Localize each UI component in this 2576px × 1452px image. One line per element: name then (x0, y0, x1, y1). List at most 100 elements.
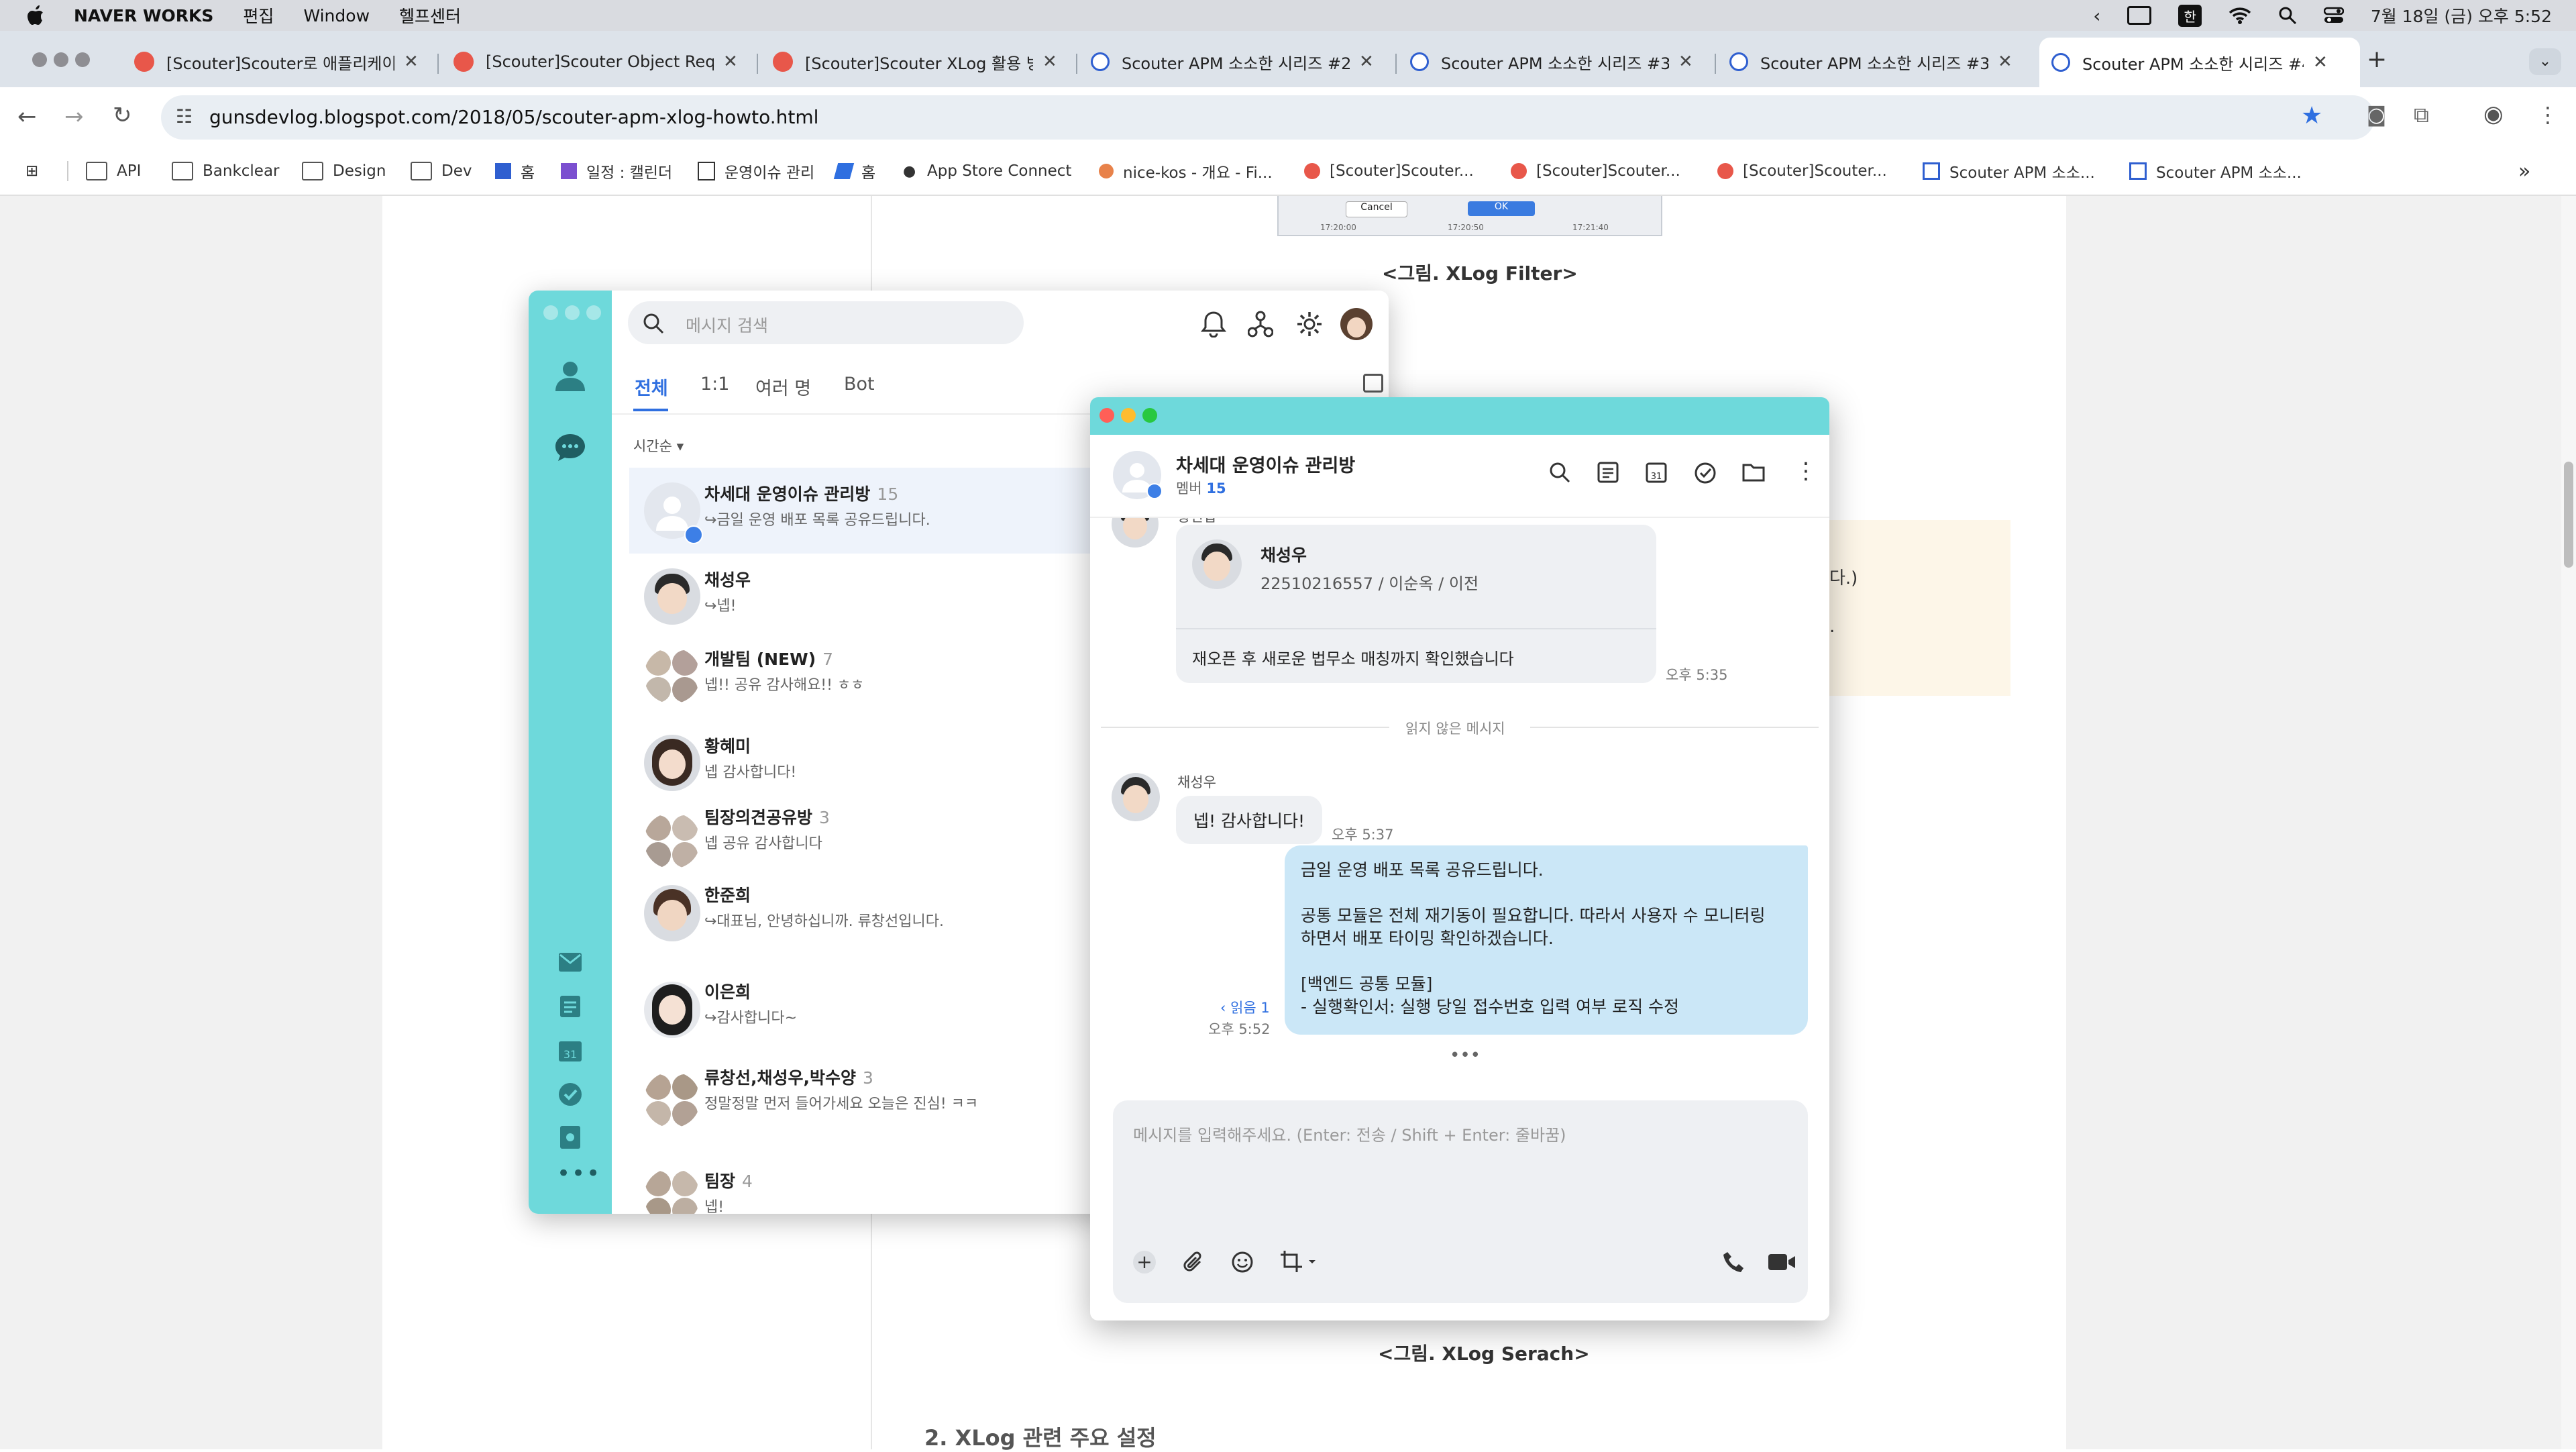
menu-edit[interactable]: 편집 (243, 3, 274, 28)
minimize-dot[interactable] (565, 305, 580, 320)
organization-icon[interactable] (1248, 311, 1273, 338)
search-icon[interactable] (1549, 462, 1570, 483)
emoji-icon[interactable] (1231, 1251, 1254, 1274)
add-button[interactable]: + (1133, 1251, 1156, 1274)
zoom-dot[interactable] (1142, 408, 1157, 423)
camera-icon[interactable]: ◙ (2367, 103, 2386, 127)
list-item-room[interactable]: 황혜미 넵 감사합니다! (629, 720, 1085, 800)
attachment-clip-icon[interactable] (1183, 1251, 1205, 1274)
close-tab-icon[interactable]: ✕ (1359, 52, 1374, 72)
close-tab-icon[interactable]: ✕ (1678, 52, 1693, 72)
reload-button[interactable]: ↻ (113, 102, 132, 129)
browser-tab[interactable]: [Scouter]Scouter로 애플리케이션 ✕ (134, 43, 423, 81)
list-item-room[interactable]: 팀장 4 넵! (629, 1160, 1085, 1214)
menu-kebab-icon[interactable]: ⋮ (2537, 102, 2559, 127)
menu-help[interactable]: 헬프센터 (399, 3, 461, 28)
back-button[interactable]: ← (17, 103, 37, 130)
spotlight-search-icon[interactable] (2278, 6, 2297, 25)
extensions-icon[interactable]: ⧉ (2414, 102, 2429, 128)
message-composer[interactable]: 메시지를 입력해주세요. (Enter: 전송 / Shift + Enter:… (1113, 1100, 1808, 1303)
close-dot[interactable] (543, 305, 558, 320)
control-center-icon[interactable] (2323, 7, 2344, 24)
scrollbar-thumb[interactable] (2564, 462, 2573, 568)
forward-button[interactable]: → (64, 103, 84, 130)
tab-bot[interactable]: Bot (844, 374, 875, 395)
bookmark-link[interactable]: 일정 : 캘린더 (561, 148, 672, 195)
list-item-room[interactable]: 채성우 ↪넵! (629, 554, 1085, 634)
tab-group[interactable]: 여러 명 (755, 374, 811, 400)
wifi-icon[interactable] (2229, 7, 2251, 24)
browser-tab[interactable]: Scouter APM 소소한 시리즈 #3 ✕ (1410, 43, 1705, 81)
board-icon[interactable] (559, 995, 581, 1018)
close-tab-icon[interactable]: ✕ (404, 52, 419, 72)
profile-card-message[interactable]: 채성우 22510216557 / 이순옥 / 이전 재오픈 후 새로운 법무소… (1176, 525, 1656, 683)
bookmark-link[interactable]: ● App Store Connect (903, 148, 1071, 195)
chevron-left-icon[interactable]: ‹ (2093, 5, 2100, 27)
close-tab-icon[interactable]: ✕ (1042, 52, 1057, 72)
close-dot[interactable] (1099, 408, 1114, 423)
message-input[interactable]: 메시지를 입력해주세요. (Enter: 전송 / Shift + Enter:… (1133, 1122, 1566, 1145)
list-item-room-selected[interactable]: 차세대 운영이슈 관리방 15 ↪금일 운영 배포 목록 공유드립니다. (629, 468, 1099, 554)
bookmark-link[interactable]: 홈 (833, 148, 875, 195)
browser-tab[interactable]: [Scouter]Scouter XLog 활용 방법 ✕ (773, 43, 1061, 81)
list-item-room[interactable]: 한준희 ↪대표님, 안녕하십니까. 류창선입니다. (629, 885, 1085, 966)
menu-window[interactable]: Window (303, 6, 370, 25)
panel-toggle-icon[interactable] (1363, 374, 1383, 393)
my-profile-avatar[interactable] (1340, 308, 1373, 340)
zoom-dot[interactable] (75, 52, 90, 67)
minimize-dot[interactable] (54, 52, 68, 67)
my-message-bubble[interactable]: 금일 운영 배포 목록 공유드립니다. 공통 모듈은 전체 재기동이 필요합니다… (1285, 845, 1808, 1035)
user-avatar[interactable] (1112, 773, 1160, 821)
bookmark-link[interactable]: 홈 (495, 148, 535, 195)
site-info-icon[interactable]: ☷ (176, 105, 193, 127)
contacts-icon[interactable] (553, 358, 588, 393)
url-text[interactable]: gunsdevlog.blogspot.com/2018/05/scouter-… (209, 106, 818, 128)
page-scrollbar[interactable] (2561, 196, 2576, 1449)
bookmark-folder[interactable]: Dev (411, 148, 472, 195)
apple-icon[interactable] (27, 5, 44, 25)
browser-tab[interactable]: Scouter APM 소소한 시리즈 #3 ✕ (1729, 43, 2025, 81)
input-method-indicator[interactable]: 한 (2178, 4, 2202, 27)
minimize-dot[interactable] (1121, 408, 1136, 423)
profile-icon[interactable]: ◉ (2483, 101, 2504, 127)
bookmark-folder[interactable]: API (86, 148, 141, 195)
message-list[interactable]: 황현섭 채성우 22510216557 / 이순옥 / 이전 재오픈 후 새로운… (1090, 518, 1829, 1095)
task-check-icon[interactable] (1694, 462, 1717, 484)
message-search[interactable]: 메시지 검색 (628, 301, 1024, 344)
tab-all[interactable]: 전체 (635, 374, 668, 400)
apps-grid-icon[interactable]: ⊞ (25, 148, 38, 195)
app-menu[interactable]: NAVER WORKS (74, 6, 213, 25)
bell-icon[interactable] (1201, 311, 1226, 338)
task-check-icon[interactable] (558, 1082, 582, 1106)
bookmark-link[interactable]: [Scouter]Scouter... (1304, 148, 1474, 195)
mail-icon[interactable] (558, 952, 582, 972)
bookmark-link[interactable]: Scouter APM 소소... (2129, 148, 2302, 195)
browser-tab-active[interactable]: Scouter APM 소소한 시리즈 #4 ✕ (2039, 38, 2360, 87)
drive-icon[interactable] (559, 1125, 581, 1149)
notes-icon[interactable] (1597, 462, 1619, 483)
video-call-icon[interactable] (1768, 1252, 1796, 1272)
display-icon[interactable] (2127, 6, 2152, 25)
member-label[interactable]: 멤버 15 (1176, 478, 1226, 498)
bookmark-link[interactable]: [Scouter]Scouter... (1511, 148, 1680, 195)
calendar-icon[interactable]: 31 (558, 1039, 582, 1062)
bookmark-link[interactable]: Scouter APM 소소... (1923, 148, 2095, 195)
tab-one-to-one[interactable]: 1:1 (700, 374, 729, 395)
bookmark-link[interactable]: 운영이슈 관리 (698, 148, 814, 195)
clock[interactable]: 7월 18일 (금) 오후 5:52 (2371, 3, 2552, 28)
message-bubble[interactable]: 넵! 감사합니다! (1176, 796, 1322, 844)
list-item-room[interactable]: 개발팀 (NEW) 7 넵!! 공유 감사해요!! ㅎㅎ (629, 639, 1085, 720)
close-tab-icon[interactable]: ✕ (723, 52, 738, 72)
more-bookmarks-icon[interactable]: » (2518, 148, 2530, 195)
new-tab-button[interactable]: + (2367, 46, 2387, 73)
bookmark-link[interactable]: [Scouter]Scouter... (1717, 148, 1887, 195)
user-avatar[interactable] (1112, 518, 1159, 548)
folder-icon[interactable] (1742, 462, 1765, 482)
zoom-dot[interactable] (586, 305, 601, 320)
bookmark-folder[interactable]: Design (302, 148, 386, 195)
phone-call-icon[interactable] (1722, 1251, 1745, 1274)
screen-capture-icon[interactable] (1279, 1249, 1317, 1274)
bookmark-link[interactable]: nice-kos - 개요 - Fi... (1099, 148, 1273, 195)
sort-dropdown[interactable]: 시간순 ▾ (633, 435, 684, 456)
list-item-room[interactable]: 이은희 ↪감사합니다~ (629, 982, 1085, 1062)
